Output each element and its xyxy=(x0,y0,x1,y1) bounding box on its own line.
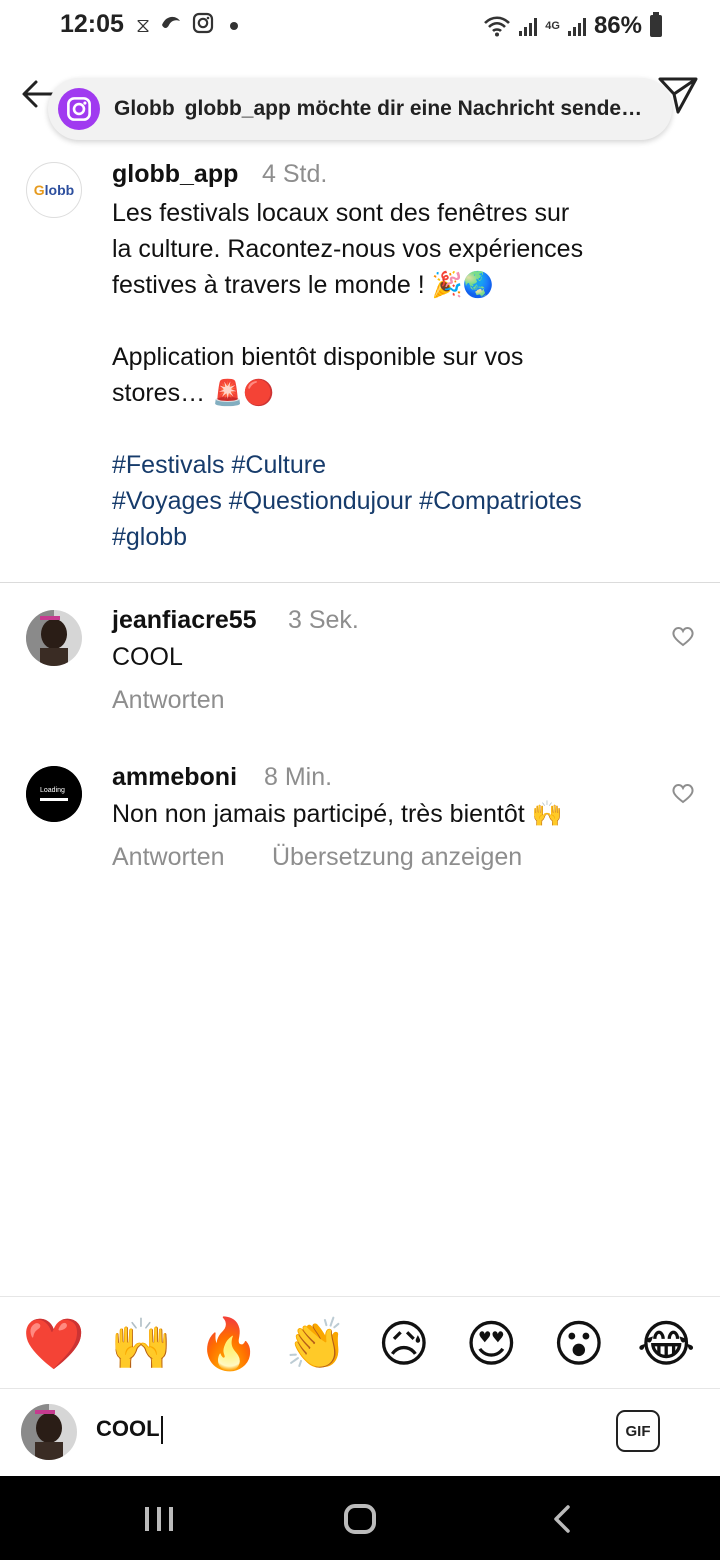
comment-avatar[interactable] xyxy=(26,610,82,666)
comment-text: Non non jamais participé, très bientôt 🙌 xyxy=(112,800,563,828)
battery-icon xyxy=(650,12,662,37)
caption-line: Les festivals locaux sont des fenêtres s… xyxy=(112,199,570,227)
emoji-fire-button[interactable]: 🔥 xyxy=(189,1314,269,1374)
hourglass-icon: ⧖ xyxy=(136,14,151,37)
nav-back-icon[interactable] xyxy=(548,1504,578,1534)
battery-percent: 86% xyxy=(593,12,642,39)
emoji-clap-button[interactable]: 👏 xyxy=(276,1314,356,1374)
status-time: 12:05 xyxy=(60,10,124,38)
comment-input[interactable]: COOL xyxy=(96,1416,576,1450)
instagram-badge-icon xyxy=(58,88,100,130)
emoji-laughing-button[interactable]: 😂 xyxy=(626,1314,706,1374)
text-caret xyxy=(160,1416,163,1445)
comment-avatar[interactable]: Loading xyxy=(26,766,82,822)
emoji-raised-hands-button[interactable]: 🙌 xyxy=(101,1314,181,1374)
divider xyxy=(0,1296,720,1297)
my-avatar xyxy=(21,1404,77,1460)
post-avatar[interactable]: Globb xyxy=(26,162,82,218)
system-nav-bar xyxy=(0,1476,720,1560)
home-icon[interactable] xyxy=(344,1504,376,1534)
like-heart-icon[interactable] xyxy=(671,782,695,804)
comment-username[interactable]: ammeboni xyxy=(112,763,237,792)
caption-line: festives à travers le monde ! 🎉🌏 xyxy=(112,271,494,299)
emoji-reaction-bar: ❤️ 🙌 🔥 👏 😥 😍 😮 😂 xyxy=(0,1310,720,1378)
hashtag-line[interactable]: #globb xyxy=(112,519,672,555)
comment-input-value: COOL xyxy=(96,1416,160,1441)
network-type: 4G xyxy=(545,20,560,32)
divider xyxy=(0,582,720,583)
instagram-icon xyxy=(192,12,214,40)
recent-apps-icon[interactable] xyxy=(145,1507,173,1531)
comment-time: 3 Sek. xyxy=(288,606,359,634)
wifi-icon xyxy=(484,16,511,37)
caption-line: Application bientôt disponible sur vos xyxy=(112,343,524,371)
notification-message: globb_app möchte dir eine Nachricht send… xyxy=(184,97,643,120)
comment-text: COOL xyxy=(112,643,183,671)
hashtag-line[interactable]: #Voyages #Questiondujour #Compatriotes xyxy=(112,483,672,519)
comment-username[interactable]: jeanfiacre55 xyxy=(112,606,257,635)
notification-banner[interactable]: Globb globb_app möchte dir eine Nachrich… xyxy=(48,78,672,140)
signal-icon-2 xyxy=(567,16,586,36)
comment-time: 8 Min. xyxy=(264,763,333,791)
status-system-icons: 4G 86% xyxy=(483,12,662,40)
emoji-heart-eyes-button[interactable]: 😍 xyxy=(451,1314,531,1374)
post-username[interactable]: globb_app xyxy=(112,160,238,189)
reply-button[interactable]: Antworten xyxy=(112,843,225,872)
caption-line: la culture. Racontez-nous vos expérience… xyxy=(112,235,584,263)
globb-logo: Globb xyxy=(33,182,75,198)
dot-icon xyxy=(230,22,239,30)
caption-line: stores… 🚨🔴 xyxy=(112,379,275,407)
emoji-sad-button[interactable]: 😥 xyxy=(364,1314,444,1374)
gif-button[interactable]: GIF xyxy=(616,1410,660,1452)
status-bar: 12:05 ⧖ 4G 86% xyxy=(0,0,720,52)
emoji-heart-button[interactable]: ❤️ xyxy=(14,1314,94,1374)
signal-icon xyxy=(519,16,538,36)
divider xyxy=(0,1388,720,1389)
translate-button[interactable]: Übersetzung anzeigen xyxy=(272,843,522,872)
hashtag-line[interactable]: #Festivals #Culture xyxy=(112,447,672,483)
reply-button[interactable]: Antworten xyxy=(112,686,225,715)
status-notification-icons: ⧖ xyxy=(136,12,239,40)
post-caption: Les festivals locaux sont des fenêtres s… xyxy=(112,195,672,555)
like-heart-icon[interactable] xyxy=(671,625,695,647)
post-time: 4 Std. xyxy=(262,160,328,188)
emoji-surprised-button[interactable]: 😮 xyxy=(539,1314,619,1374)
avatar-text: Loading xyxy=(40,787,65,794)
bird-icon xyxy=(160,13,182,39)
send-icon[interactable] xyxy=(656,74,700,116)
notification-app-name: Globb xyxy=(114,97,175,120)
